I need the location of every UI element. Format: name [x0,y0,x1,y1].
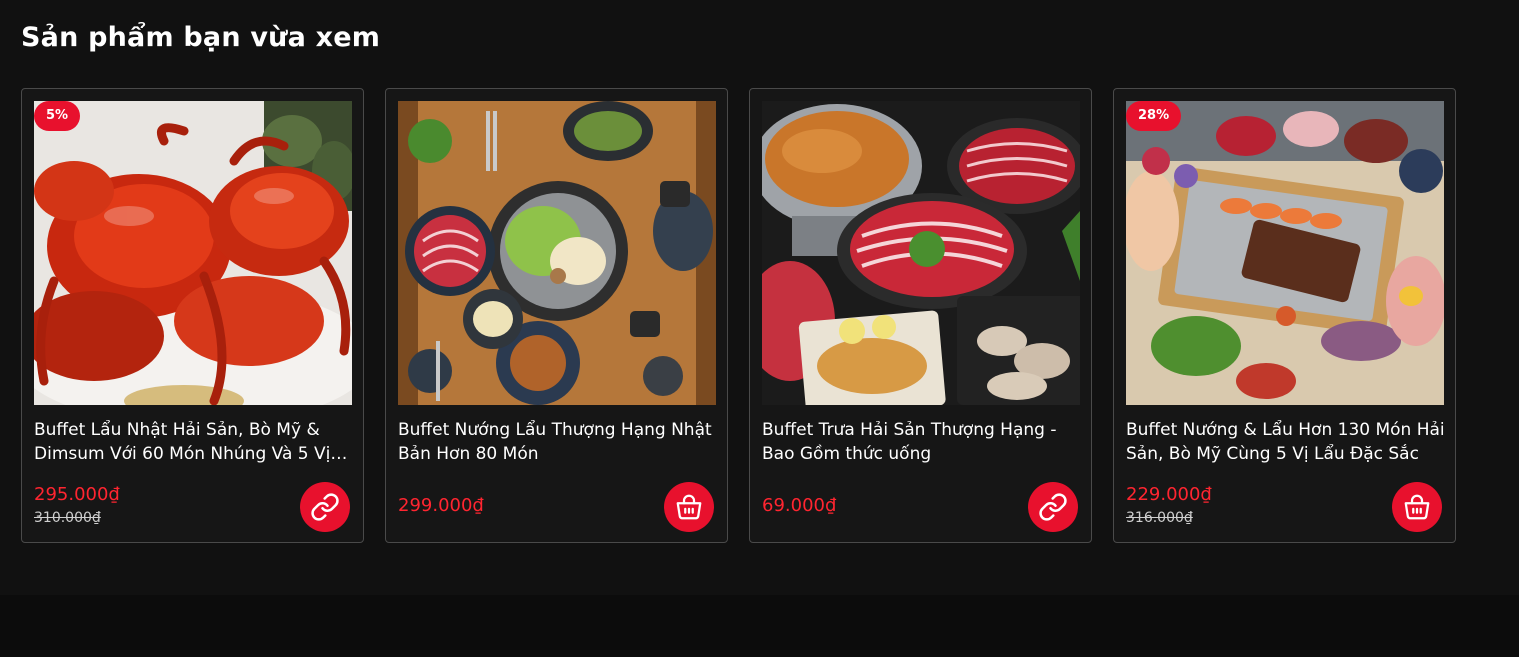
product-price: 295.000₫ [34,484,120,505]
link-icon [311,493,339,521]
product-name[interactable]: Buffet Nướng Lẩu Thượng Hạng Nhật Bản Hơ… [398,418,718,466]
product-price: 299.000₫ [398,495,484,516]
copy-link-button[interactable] [300,482,350,532]
add-to-cart-button[interactable] [1392,482,1442,532]
copy-link-button[interactable] [1028,482,1078,532]
link-icon [1039,493,1067,521]
bbq-table-image [398,101,716,405]
hotpot-image [762,101,1080,405]
product-card[interactable]: Buffet Nướng Lẩu Thượng Hạng Nhật Bản Hơ… [385,88,728,543]
product-image[interactable] [398,101,716,405]
product-name[interactable]: Buffet Lẩu Nhật Hải Sản, Bò Mỹ & Dimsum … [34,418,354,466]
product-card[interactable]: 28% Buffet Nướng & Lẩu Hơn 130 Món Hải S… [1113,88,1456,543]
product-card[interactable]: Buffet Trưa Hải Sản Thượng Hạng - Bao Gồ… [749,88,1092,543]
product-old-price: 316.000₫ [1126,510,1193,526]
recently-viewed-section: Sản phẩm bạn vừa xem 5% Buffet Lẩu Nhật … [0,0,1519,595]
grill-buffet-image [1126,101,1444,405]
basket-icon [676,494,702,520]
crab-dish-image [34,101,352,405]
product-name[interactable]: Buffet Trưa Hải Sản Thượng Hạng - Bao Gồ… [762,418,1082,466]
product-price: 69.000₫ [762,495,837,516]
product-image[interactable] [762,101,1080,405]
product-card[interactable]: 5% Buffet Lẩu Nhật Hải Sản, Bò Mỹ & Dims… [21,88,364,543]
section-title: Sản phẩm bạn vừa xem [21,22,381,53]
add-to-cart-button[interactable] [664,482,714,532]
discount-badge: 28% [1126,101,1182,131]
basket-icon [1404,494,1430,520]
product-old-price: 310.000₫ [34,510,101,526]
product-image[interactable] [1126,101,1444,405]
discount-badge: 5% [34,101,81,131]
product-name[interactable]: Buffet Nướng & Lẩu Hơn 130 Món Hải Sản, … [1126,418,1446,466]
product-price: 229.000₫ [1126,484,1212,505]
product-image[interactable] [34,101,352,405]
